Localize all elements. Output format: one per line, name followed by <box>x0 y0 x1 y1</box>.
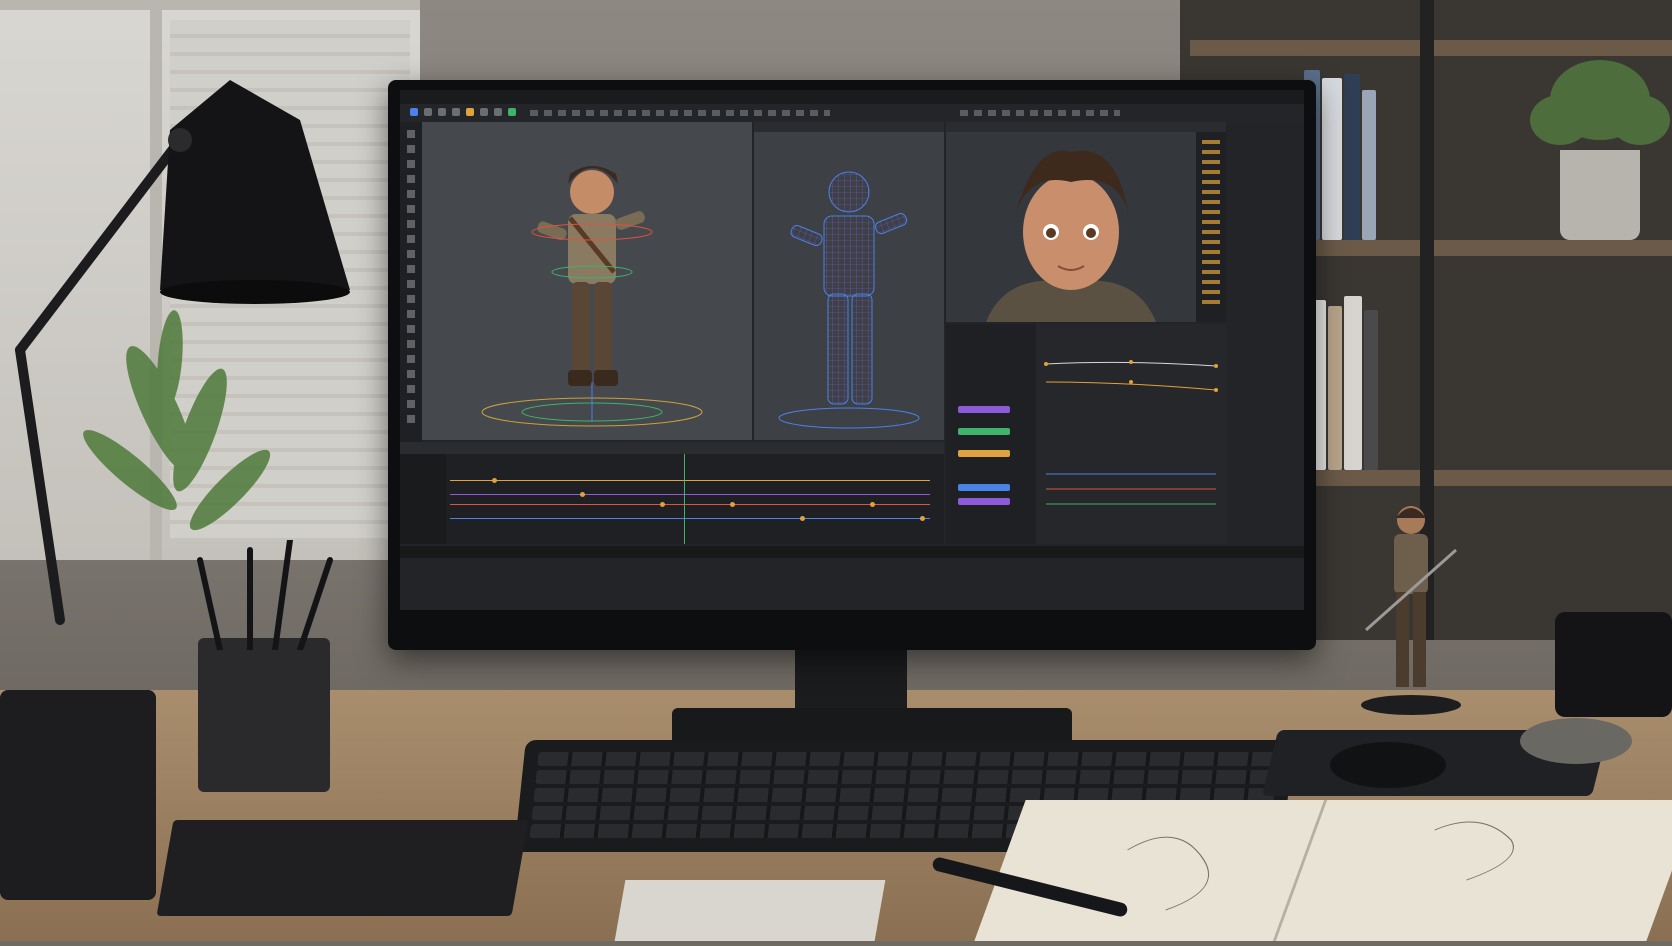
light-icon[interactable] <box>494 108 502 116</box>
screen <box>400 90 1304 610</box>
lamp-base <box>0 690 156 900</box>
notebook <box>156 820 529 916</box>
bone-icon[interactable] <box>466 108 474 116</box>
tool-palette <box>400 122 422 452</box>
play-icon[interactable] <box>508 108 516 116</box>
book <box>1328 306 1342 470</box>
viewport-perspective[interactable] <box>422 122 752 440</box>
camera-icon[interactable] <box>480 108 488 116</box>
mouse <box>1330 742 1446 788</box>
pencils <box>197 540 333 650</box>
select-icon[interactable] <box>410 108 418 116</box>
rotate-icon[interactable] <box>438 108 446 116</box>
viewport-closeup[interactable] <box>946 132 1196 322</box>
figurine <box>1361 506 1461 715</box>
paper <box>614 880 886 941</box>
book <box>1344 74 1360 240</box>
viewport-header <box>946 122 1226 132</box>
outliner-panel <box>1196 132 1226 322</box>
move-icon[interactable] <box>424 108 432 116</box>
tin <box>1520 718 1632 764</box>
playhead[interactable] <box>684 454 685 544</box>
book <box>1344 296 1362 470</box>
menu-bar <box>400 90 1304 104</box>
viewport-wireframe[interactable] <box>754 132 944 440</box>
viewport-header <box>754 122 944 132</box>
shelf-plant <box>1530 60 1670 145</box>
book <box>1322 78 1342 240</box>
monitor <box>388 80 1316 650</box>
pencil-cup <box>198 638 330 792</box>
camera-lens <box>1555 612 1672 717</box>
book <box>1364 310 1378 470</box>
graph-editor[interactable] <box>946 324 1226 544</box>
channel-list <box>946 324 1036 544</box>
status-bar <box>400 546 1304 558</box>
scale-icon[interactable] <box>452 108 460 116</box>
dope-sheet[interactable] <box>400 442 944 544</box>
toolbar-icons <box>530 110 830 116</box>
sketchbook <box>974 800 1672 941</box>
toolbar-icons <box>960 110 1120 116</box>
book <box>1362 90 1376 240</box>
